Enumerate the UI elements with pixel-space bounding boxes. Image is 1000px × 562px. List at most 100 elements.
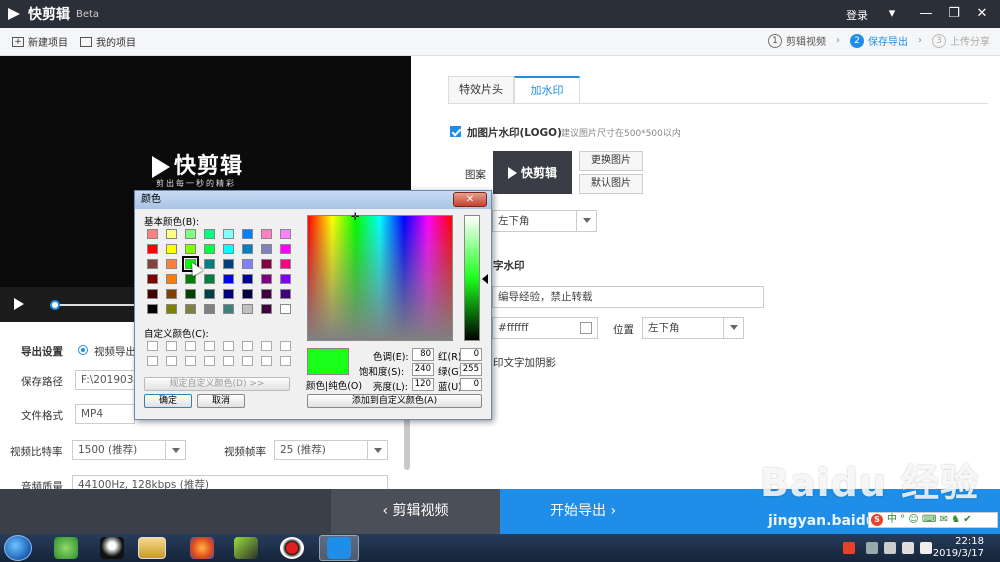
step-upload-share[interactable]: 3 上传分享 <box>932 33 990 48</box>
dialog-close-icon[interactable]: ✕ <box>453 192 487 207</box>
device-icon[interactable] <box>884 542 896 554</box>
basic-color-swatch[interactable] <box>223 244 234 254</box>
custom-color-swatch[interactable] <box>204 341 215 351</box>
basic-color-swatch[interactable] <box>242 274 253 284</box>
basic-color-swatch[interactable] <box>147 229 158 239</box>
ime-toolbar[interactable]: S 中 ° ☺ ⌨ ✉ ♞ ✔ <box>868 512 998 528</box>
basic-color-swatch[interactable] <box>166 274 177 284</box>
custom-color-swatch[interactable] <box>185 356 196 366</box>
replace-image-button[interactable]: 更换图片 <box>579 151 643 171</box>
saturation-input[interactable]: 240 <box>412 363 434 376</box>
basic-color-swatch[interactable] <box>261 274 272 284</box>
basic-color-swatch[interactable] <box>204 229 215 239</box>
text-position-select[interactable]: 左下角 <box>642 317 744 339</box>
luminance-input[interactable]: 120 <box>412 378 434 391</box>
menu-icon[interactable]: ▾ <box>882 4 902 24</box>
logo-watermark-checkbox[interactable] <box>450 126 461 137</box>
custom-color-swatch[interactable] <box>204 356 215 366</box>
color-swatch[interactable] <box>580 322 592 334</box>
logo-position-select[interactable]: 左下角 <box>492 210 597 232</box>
fps-select[interactable]: 25 (推荐) <box>274 440 388 460</box>
basic-color-swatch[interactable] <box>166 244 177 254</box>
custom-color-swatch[interactable] <box>166 341 177 351</box>
step-edit[interactable]: 1 剪辑视频 <box>768 33 826 48</box>
custom-color-swatch[interactable] <box>242 356 253 366</box>
basic-color-swatch[interactable] <box>223 289 234 299</box>
tab-watermark[interactable]: 加水印 <box>514 76 580 104</box>
basic-color-swatch[interactable] <box>261 244 272 254</box>
play-icon[interactable] <box>14 298 24 310</box>
basic-color-swatch[interactable] <box>280 304 291 314</box>
basic-color-swatch[interactable] <box>185 304 196 314</box>
color-input[interactable]: #ffffff <box>492 317 598 339</box>
basic-color-swatch[interactable] <box>223 304 234 314</box>
add-custom-color-button[interactable]: 添加到自定义颜色(A) <box>307 394 482 408</box>
custom-color-swatch[interactable] <box>261 341 272 351</box>
qq-icon[interactable] <box>100 537 124 559</box>
my-projects-button[interactable]: 我的项目 <box>80 34 136 49</box>
hue-input[interactable]: 80 <box>412 348 434 361</box>
luminance-arrow-icon[interactable] <box>482 274 488 284</box>
basic-color-swatch[interactable] <box>223 229 234 239</box>
basic-color-swatch[interactable] <box>223 259 234 269</box>
network-icon[interactable] <box>902 542 914 554</box>
custom-color-swatch[interactable] <box>166 356 177 366</box>
default-image-button[interactable]: 默认图片 <box>579 174 643 194</box>
basic-color-swatch[interactable] <box>185 274 196 284</box>
video-export-radio[interactable] <box>78 345 88 355</box>
basic-color-swatch[interactable] <box>166 304 177 314</box>
new-project-button[interactable]: + 新建项目 <box>12 34 68 49</box>
basic-color-swatch[interactable] <box>261 259 272 269</box>
custom-color-swatch[interactable] <box>280 341 291 351</box>
basic-color-swatch[interactable] <box>223 274 234 284</box>
custom-color-swatch[interactable] <box>147 356 158 366</box>
basic-color-swatch[interactable] <box>147 274 158 284</box>
custom-color-swatch[interactable] <box>223 341 234 351</box>
start-button[interactable] <box>4 535 32 561</box>
custom-color-swatch[interactable] <box>147 341 158 351</box>
cancel-button[interactable]: 取消 <box>197 394 245 408</box>
ok-button[interactable]: 确定 <box>144 394 192 408</box>
watermark-text-input[interactable]: 编导经验，禁止转载 <box>492 286 764 308</box>
step-save-export[interactable]: 2 保存导出 <box>850 33 908 48</box>
basic-color-swatch[interactable] <box>147 304 158 314</box>
basic-color-swatch[interactable] <box>204 259 215 269</box>
basic-color-swatch[interactable] <box>166 259 177 269</box>
path-field[interactable]: F:\2019031 <box>75 370 140 390</box>
text-shadow-label[interactable]: 印文字加阴影 <box>493 355 556 370</box>
volume-icon[interactable] <box>920 542 932 554</box>
basic-color-swatch[interactable] <box>147 244 158 254</box>
basic-color-swatch[interactable] <box>261 289 272 299</box>
recorder-icon[interactable] <box>280 537 304 559</box>
custom-color-swatch[interactable] <box>242 341 253 351</box>
basic-color-swatch[interactable] <box>185 244 196 254</box>
format-field[interactable]: MP4 <box>75 404 135 424</box>
basic-color-swatch[interactable] <box>280 289 291 299</box>
browser-360-icon[interactable] <box>54 537 78 559</box>
basic-color-swatch[interactable] <box>147 259 158 269</box>
tray-expand-icon[interactable] <box>866 542 878 554</box>
sogou-tray-icon[interactable] <box>843 542 855 554</box>
basic-color-swatch[interactable] <box>242 229 253 239</box>
back-to-edit-button[interactable]: ‹ 剪辑视频 <box>331 489 500 534</box>
tab-intro-effects[interactable]: 特效片头 <box>448 76 514 104</box>
restore-icon[interactable]: ❐ <box>944 4 964 24</box>
system-clock[interactable]: 22:18 2019/3/17 <box>933 536 984 560</box>
basic-color-swatch[interactable] <box>185 289 196 299</box>
file-explorer-icon[interactable] <box>138 537 166 559</box>
firefox-icon[interactable] <box>190 537 214 559</box>
green-input[interactable]: 255 <box>460 363 482 376</box>
custom-color-swatch[interactable] <box>185 341 196 351</box>
basic-color-swatch[interactable] <box>242 304 253 314</box>
minimize-icon[interactable]: — <box>916 4 936 24</box>
luminance-slider[interactable] <box>464 215 480 341</box>
basic-color-swatch[interactable] <box>166 229 177 239</box>
basic-color-swatch[interactable] <box>280 274 291 284</box>
basic-color-swatch[interactable] <box>204 304 215 314</box>
basic-color-swatch[interactable] <box>166 289 177 299</box>
basic-color-swatch[interactable] <box>261 229 272 239</box>
bitrate-select[interactable]: 1500 (推荐) <box>72 440 186 460</box>
basic-color-swatch[interactable] <box>204 244 215 254</box>
custom-color-swatch[interactable] <box>223 356 234 366</box>
basic-color-swatch[interactable] <box>280 259 291 269</box>
